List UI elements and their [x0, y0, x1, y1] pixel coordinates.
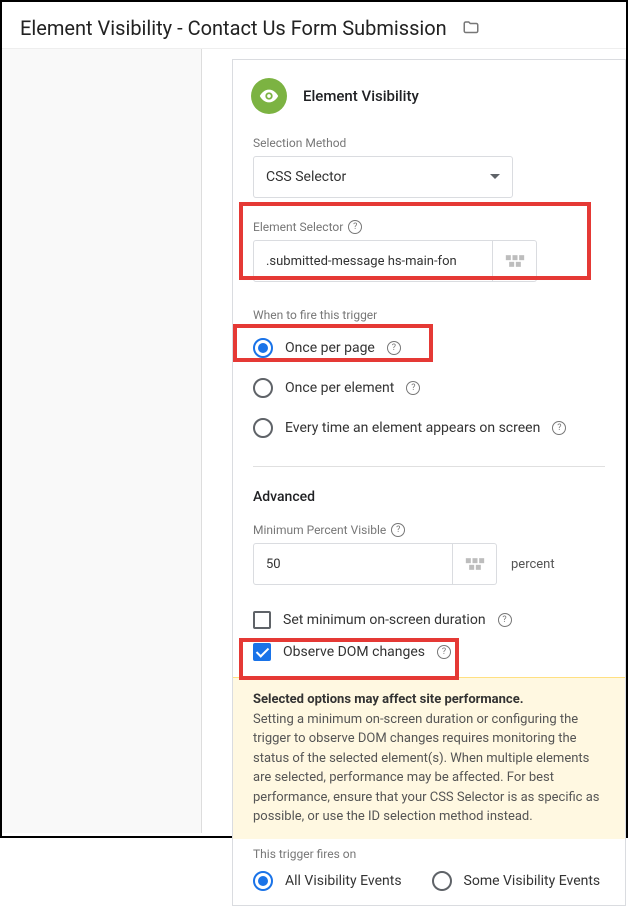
help-icon[interactable]: ?: [387, 341, 401, 355]
element-selector-input[interactable]: .submitted-message hs-main-fon: [253, 240, 493, 282]
page-title: Element Visibility - Contact Us Form Sub…: [20, 16, 447, 40]
card-title: Element Visibility: [303, 87, 419, 105]
selection-method-label: Selection Method: [253, 136, 605, 150]
radio-icon: [253, 378, 273, 398]
radio-once-per-element[interactable]: Once per element ?: [253, 368, 605, 408]
help-icon[interactable]: ?: [437, 645, 451, 659]
radio-icon: [253, 338, 273, 358]
percent-unit: percent: [511, 557, 555, 572]
help-icon[interactable]: ?: [552, 421, 566, 435]
radio-some-events[interactable]: Some Visibility Events: [432, 867, 601, 895]
radio-icon: [432, 871, 452, 891]
fires-on-label: This trigger fires on: [253, 847, 605, 861]
help-icon[interactable]: ?: [391, 523, 405, 537]
when-to-fire-label: When to fire this trigger: [253, 308, 605, 322]
radio-all-events[interactable]: All Visibility Events: [253, 867, 402, 895]
help-icon[interactable]: ?: [348, 220, 362, 234]
folder-icon[interactable]: [461, 19, 481, 37]
checkbox-icon: [253, 643, 271, 661]
help-icon[interactable]: ?: [406, 381, 420, 395]
radio-once-per-page[interactable]: Once per page ?: [253, 328, 605, 368]
selection-method-dropdown[interactable]: CSS Selector: [253, 156, 513, 198]
checkbox-min-duration[interactable]: Set minimum on-screen duration ?: [253, 601, 605, 633]
performance-warning: Selected options may affect site perform…: [233, 677, 625, 839]
selection-method-value: CSS Selector: [266, 169, 346, 185]
radio-icon: [253, 418, 273, 438]
page-header: Element Visibility - Contact Us Form Sub…: [2, 2, 626, 49]
checkbox-observe-dom[interactable]: Observe DOM changes ?: [253, 633, 605, 665]
help-icon[interactable]: ?: [498, 613, 512, 627]
min-percent-label: Minimum Percent Visible ?: [253, 523, 605, 537]
trigger-card: Element Visibility Selection Method CSS …: [232, 59, 626, 906]
brick-icon-button[interactable]: [493, 240, 537, 282]
radio-icon: [253, 871, 273, 891]
element-selector-label: Element Selector ?: [253, 220, 605, 234]
sidebar: [2, 49, 202, 833]
chevron-down-icon: [490, 174, 500, 180]
advanced-heading: Advanced: [253, 489, 605, 505]
content: Element Visibility Selection Method CSS …: [202, 49, 626, 833]
checkbox-icon: [253, 611, 271, 629]
min-percent-input[interactable]: 50: [253, 543, 453, 585]
visibility-icon: [251, 78, 287, 114]
brick-icon-button[interactable]: [453, 543, 497, 585]
radio-every-time[interactable]: Every time an element appears on screen …: [253, 408, 605, 448]
